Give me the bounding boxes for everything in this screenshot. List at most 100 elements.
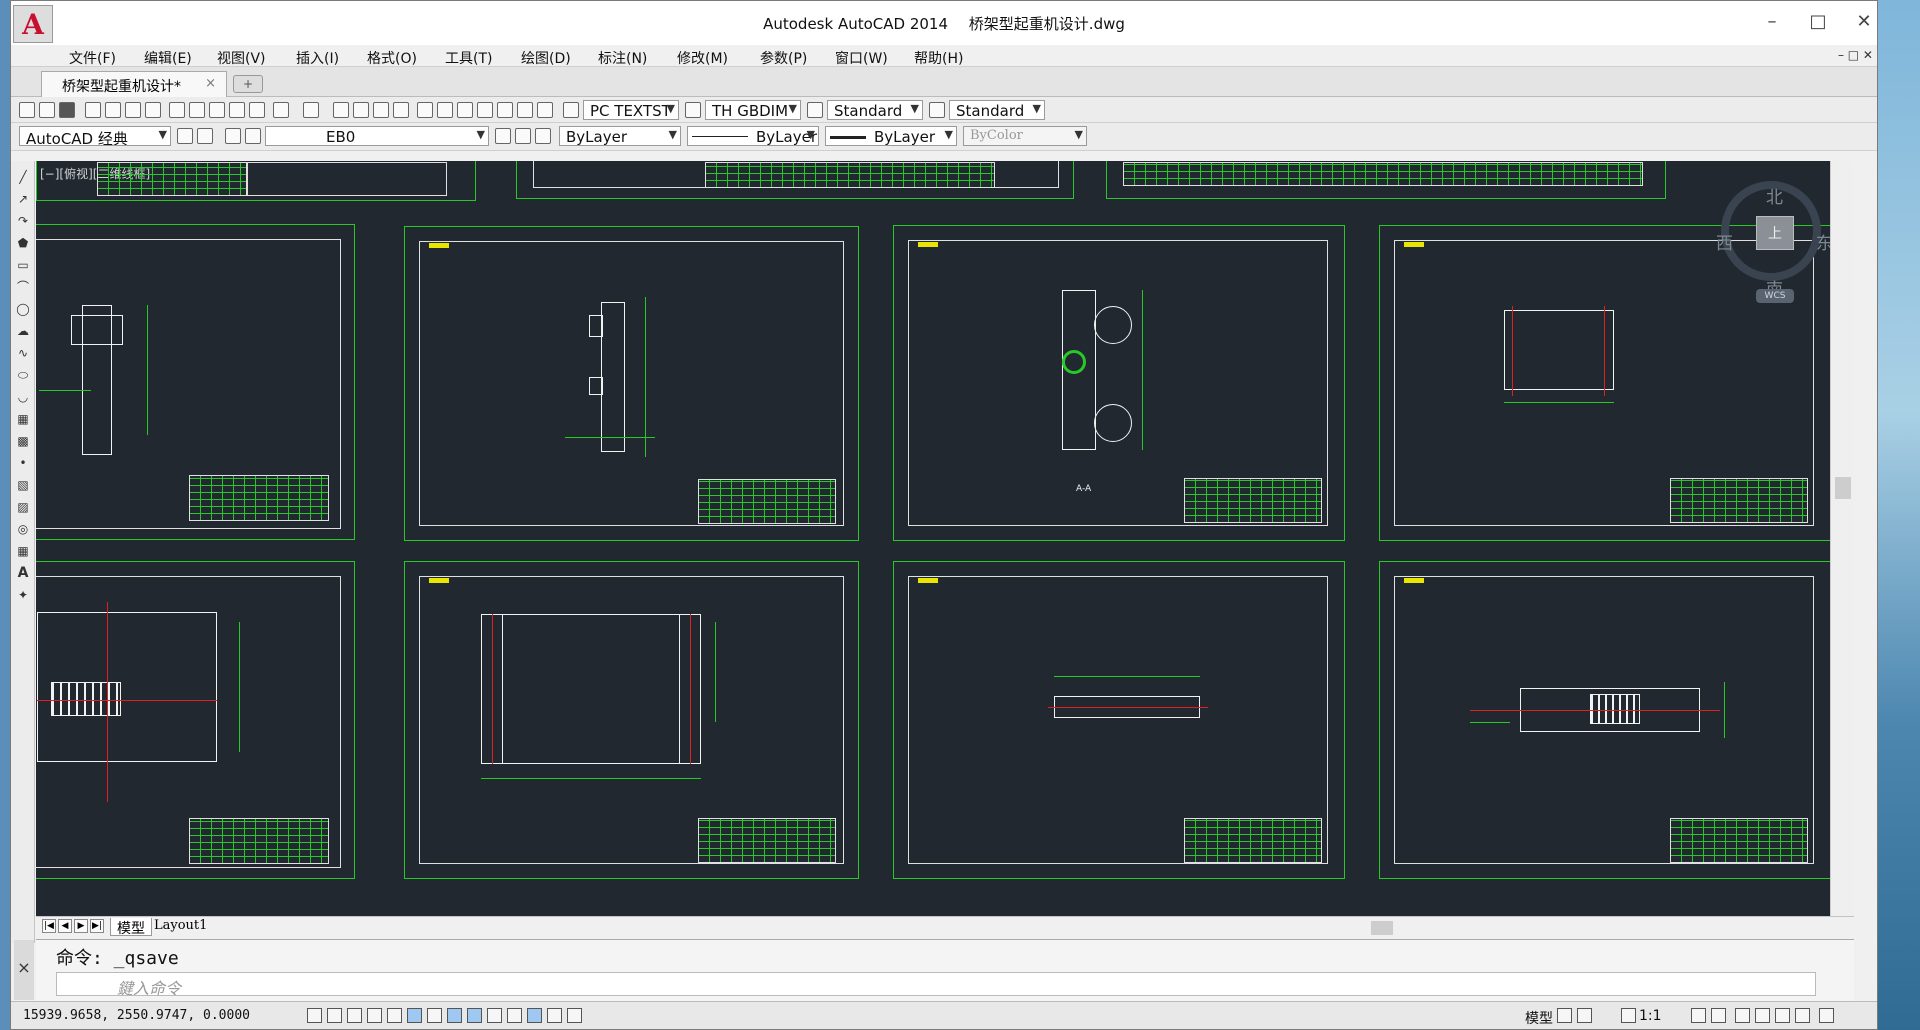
menu-help[interactable]: 帮助(H) bbox=[914, 48, 963, 68]
workspace-switching-icon[interactable] bbox=[1735, 1008, 1750, 1023]
zoom-window-icon[interactable] bbox=[373, 102, 389, 118]
add-selected-icon[interactable]: ✦ bbox=[15, 587, 31, 603]
new-tab-button[interactable]: + bbox=[233, 75, 263, 93]
revision-cloud-icon[interactable]: ☁ bbox=[15, 323, 31, 339]
spline-icon[interactable]: ∿ bbox=[15, 345, 31, 361]
first-layout-icon[interactable]: |◀ bbox=[42, 919, 56, 933]
vertical-scrollbar[interactable] bbox=[1830, 161, 1854, 916]
menu-draw[interactable]: 绘图(D) bbox=[521, 48, 571, 68]
menu-file[interactable]: 文件(F) bbox=[69, 48, 116, 68]
hatch-icon[interactable]: ▧ bbox=[15, 477, 31, 493]
properties-icon[interactable] bbox=[417, 102, 433, 118]
clean-screen-icon[interactable] bbox=[1819, 1008, 1834, 1023]
menu-insert[interactable]: 插入(I) bbox=[296, 48, 339, 68]
construction-line-icon[interactable]: ↗ bbox=[15, 191, 31, 207]
isolate-objects-icon[interactable] bbox=[1795, 1008, 1810, 1023]
snap-mode-icon[interactable] bbox=[327, 1008, 342, 1023]
color-select[interactable]: ByLayer ▼ bbox=[559, 126, 681, 146]
annotation-scale-icon[interactable] bbox=[1621, 1008, 1636, 1023]
menu-dimension[interactable]: 标注(N) bbox=[598, 48, 647, 68]
close-command-icon[interactable]: × bbox=[14, 940, 34, 1000]
3d-object-snap-icon[interactable] bbox=[427, 1008, 442, 1023]
design-center-icon[interactable] bbox=[437, 102, 453, 118]
make-block-icon[interactable]: ▩ bbox=[15, 433, 31, 449]
make-current-layer-icon[interactable] bbox=[495, 128, 511, 144]
ortho-mode-icon[interactable] bbox=[367, 1008, 382, 1023]
lock-ui-icon[interactable] bbox=[1755, 1008, 1770, 1023]
save-icon[interactable] bbox=[59, 102, 75, 118]
tool-palettes-icon[interactable] bbox=[457, 102, 473, 118]
coordinate-readout[interactable]: 15939.9658, 2550.9747, 0.0000 bbox=[23, 1008, 250, 1023]
sheet-set-icon[interactable] bbox=[477, 102, 493, 118]
object-snap-tracking-icon[interactable] bbox=[447, 1008, 462, 1023]
menu-format[interactable]: 格式(O) bbox=[367, 48, 417, 68]
workspace-select[interactable]: AutoCAD 经典 ▼ bbox=[19, 126, 171, 146]
viewcube[interactable]: 上 bbox=[1756, 216, 1794, 250]
print-preview-icon[interactable] bbox=[105, 102, 121, 118]
tab-layout1[interactable]: Layout1 bbox=[148, 918, 213, 936]
menu-window[interactable]: 窗口(W) bbox=[835, 48, 888, 68]
table-style-icon[interactable] bbox=[807, 102, 823, 118]
next-layout-icon[interactable]: ▶ bbox=[74, 919, 88, 933]
auto-scale-icon[interactable] bbox=[1711, 1008, 1726, 1023]
menu-parameter[interactable]: 参数(P) bbox=[760, 48, 807, 68]
grid-display-icon[interactable] bbox=[347, 1008, 362, 1023]
hardware-acceleration-icon[interactable] bbox=[1775, 1008, 1790, 1023]
multileader-style-select[interactable]: Standard ▼ bbox=[949, 100, 1045, 120]
circle-icon[interactable]: ◯ bbox=[15, 301, 31, 317]
paste-icon[interactable] bbox=[209, 102, 225, 118]
match-properties-icon[interactable] bbox=[229, 102, 245, 118]
polygon-icon[interactable]: ⬟ bbox=[15, 235, 31, 251]
undo-icon[interactable] bbox=[273, 102, 289, 118]
zoom-realtime-icon[interactable] bbox=[353, 102, 369, 118]
multileader-style-icon[interactable] bbox=[929, 102, 945, 118]
pan-icon[interactable] bbox=[333, 102, 349, 118]
3d-dwf-icon[interactable] bbox=[145, 102, 161, 118]
minimize-button[interactable]: – bbox=[1749, 7, 1795, 37]
layer-select[interactable]: EB0 ▼ bbox=[265, 126, 489, 146]
rectangle-icon[interactable]: ▭ bbox=[15, 257, 31, 273]
linetype-select[interactable]: ByLayer ▼ bbox=[687, 126, 819, 146]
dim-style-select[interactable]: TH GBDIM ▼ bbox=[705, 100, 801, 120]
horizontal-scroll-thumb[interactable] bbox=[1371, 921, 1393, 935]
text-style-select[interactable]: PC TEXTST ▼ bbox=[583, 100, 679, 120]
polyline-icon[interactable]: ↷ bbox=[15, 213, 31, 229]
redo-icon[interactable] bbox=[303, 102, 319, 118]
wcs-menu[interactable]: WCS bbox=[1756, 289, 1794, 303]
show-lineweight-icon[interactable] bbox=[507, 1008, 522, 1023]
quickcalc-icon[interactable] bbox=[517, 102, 533, 118]
markup-icon[interactable] bbox=[497, 102, 513, 118]
maximize-button[interactable]: □ bbox=[1795, 7, 1841, 37]
region-icon[interactable]: ◎ bbox=[15, 521, 31, 537]
menu-view[interactable]: 视图(V) bbox=[217, 48, 266, 68]
vertical-scroll-thumb[interactable] bbox=[1835, 477, 1851, 499]
selection-cycling-icon[interactable] bbox=[567, 1008, 582, 1023]
last-layout-icon[interactable]: ▶| bbox=[90, 919, 104, 933]
model-space-label[interactable]: 模型 bbox=[1525, 1008, 1553, 1028]
open-icon[interactable] bbox=[39, 102, 55, 118]
new-icon[interactable] bbox=[19, 102, 35, 118]
layer-states-icon[interactable] bbox=[535, 128, 551, 144]
multiline-text-icon[interactable]: A bbox=[15, 565, 31, 581]
dim-style-icon[interactable] bbox=[685, 102, 701, 118]
arc-icon[interactable]: ⌒ bbox=[15, 279, 31, 295]
menu-modify[interactable]: 修改(M) bbox=[677, 48, 728, 68]
quick-properties-icon[interactable] bbox=[547, 1008, 562, 1023]
print-icon[interactable] bbox=[85, 102, 101, 118]
prev-layout-icon[interactable]: ◀ bbox=[58, 919, 72, 933]
polar-tracking-icon[interactable] bbox=[387, 1008, 402, 1023]
gradient-icon[interactable]: ▨ bbox=[15, 499, 31, 515]
object-snap-icon[interactable] bbox=[407, 1008, 422, 1023]
cut-icon[interactable] bbox=[169, 102, 185, 118]
plot-style-select[interactable]: ByColor ▼ bbox=[963, 126, 1087, 146]
insert-block-icon[interactable]: ▦ bbox=[15, 411, 31, 427]
file-tab[interactable]: 桥架型起重机设计* × bbox=[41, 71, 227, 97]
close-window-button[interactable]: ✕ bbox=[1841, 7, 1887, 37]
infer-constraints-icon[interactable] bbox=[307, 1008, 322, 1023]
horizontal-scrollbar[interactable] bbox=[1036, 919, 1636, 935]
quick-view-layouts-icon[interactable] bbox=[1557, 1008, 1572, 1023]
ellipse-icon[interactable]: ⬭ bbox=[15, 367, 31, 383]
tab-model[interactable]: 模型 bbox=[110, 918, 152, 937]
ellipse-arc-icon[interactable]: ◡ bbox=[15, 389, 31, 405]
drawing-canvas[interactable]: [−][俯视][二维线框] A-A 上 北 东 西 WCS bbox=[36, 161, 1854, 916]
